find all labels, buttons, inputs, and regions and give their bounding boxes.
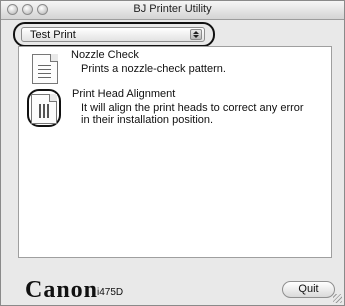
print-head-alignment-description-line-1: It will align the print heads to correct… xyxy=(81,102,304,114)
alignment-bar xyxy=(43,104,45,118)
nozzle-check-title: Nozzle Check xyxy=(71,49,139,61)
document-line xyxy=(38,65,51,66)
alignment-bar xyxy=(39,104,41,118)
quit-button[interactable]: Quit xyxy=(282,281,335,298)
canon-logo: Canon xyxy=(25,277,99,303)
printer-model-label: i475D xyxy=(97,287,124,298)
nozzle-check-icon[interactable] xyxy=(32,54,58,84)
printer-utility-window: BJ Printer Utility Test Print Nozzle Che… xyxy=(0,0,345,306)
title-bar[interactable]: BJ Printer Utility xyxy=(1,1,344,20)
print-head-alignment-title: Print Head Alignment xyxy=(72,88,176,100)
maintenance-panel: Nozzle Check Prints a nozzle-check patte… xyxy=(18,46,332,258)
document-line xyxy=(38,77,51,78)
alignment-bar xyxy=(47,104,49,118)
document-line xyxy=(38,73,51,74)
print-head-alignment-description-line-2: in their installation position. xyxy=(81,114,214,126)
utility-popup-menu[interactable]: Test Print xyxy=(21,27,205,42)
popup-selected-label: Test Print xyxy=(30,29,76,41)
print-head-alignment-icon[interactable] xyxy=(31,94,57,124)
popup-arrows-icon xyxy=(190,29,202,40)
window-title: BJ Printer Utility xyxy=(133,3,212,15)
resize-grip-icon[interactable] xyxy=(333,294,342,303)
document-line xyxy=(38,69,51,70)
nozzle-check-description: Prints a nozzle-check pattern. xyxy=(81,63,226,75)
